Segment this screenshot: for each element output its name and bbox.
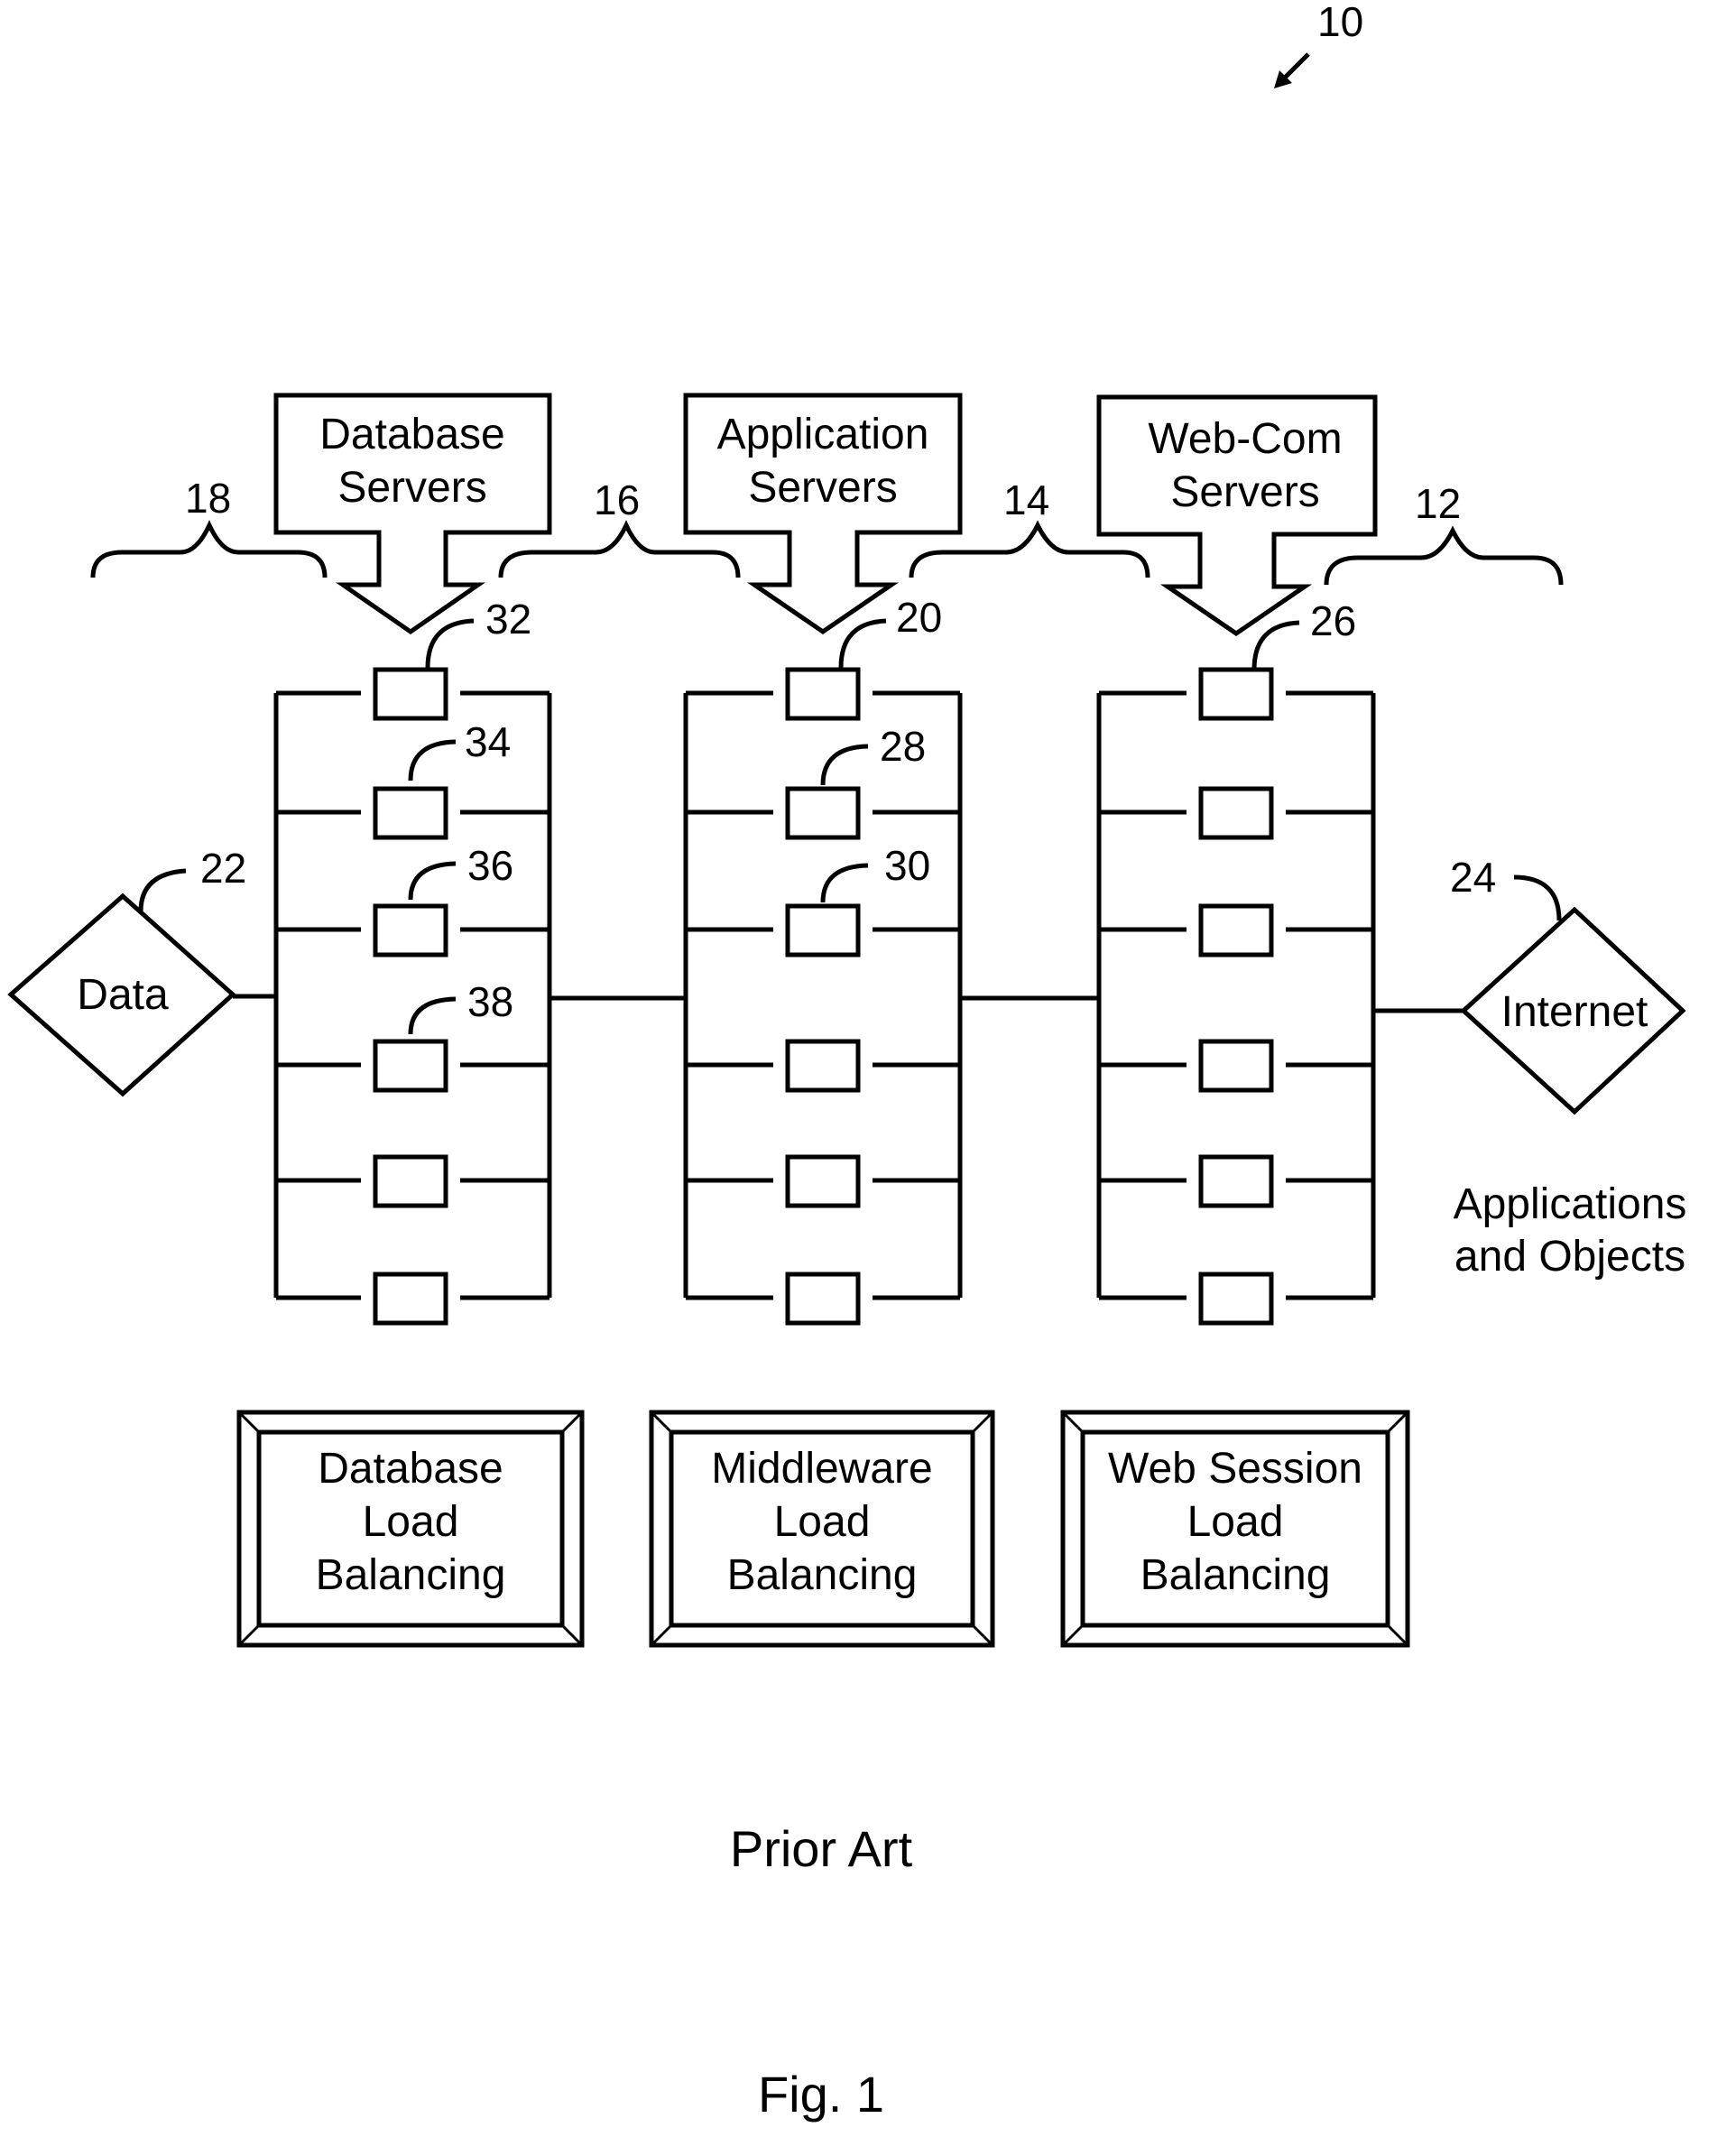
svg-text:Data: Data xyxy=(77,971,169,1019)
server-ref-38: 38 xyxy=(467,978,513,1025)
svg-text:Servers: Servers xyxy=(748,464,897,512)
server-box xyxy=(785,667,861,721)
svg-text:Servers: Servers xyxy=(1170,468,1319,516)
data-node: Data 22 xyxy=(7,845,276,1097)
load-balancer-label: Database xyxy=(318,1445,503,1493)
svg-text:Web-Com: Web-Com xyxy=(1148,415,1342,463)
svg-text:Database: Database xyxy=(319,411,504,458)
server-ref-36: 36 xyxy=(467,842,513,889)
load-balancer-database: Database Load Balancing xyxy=(236,1410,585,1648)
server-box xyxy=(373,786,448,840)
server-box xyxy=(373,1039,448,1093)
server-box xyxy=(1198,786,1274,840)
svg-text:Application: Application xyxy=(717,411,929,458)
server-box xyxy=(1198,1039,1274,1093)
server-box xyxy=(785,1272,861,1326)
server-box xyxy=(785,1154,861,1208)
server-box xyxy=(373,903,448,957)
system-diagram: 10 18 16 14 12 Database Servers Applicat… xyxy=(7,0,1687,2123)
figure-ref-number: 10 xyxy=(1317,0,1363,45)
server-ref-26: 26 xyxy=(1310,597,1356,644)
load-balancer-label: Middleware xyxy=(711,1445,932,1493)
side-note-line2: and Objects xyxy=(1454,1233,1685,1281)
load-balancer-label: Load xyxy=(774,1498,871,1546)
server-ref-30: 30 xyxy=(884,842,930,889)
figure-label: Fig. 1 xyxy=(758,2066,884,2123)
server-box xyxy=(373,1154,448,1208)
load-balancer-application: Middleware Load Balancing xyxy=(649,1410,995,1648)
load-balancer-label: Web Session xyxy=(1108,1445,1362,1493)
brace-12 xyxy=(1324,525,1564,586)
server-box xyxy=(1198,1272,1274,1326)
load-balancer-label: Load xyxy=(1187,1498,1284,1546)
server-box xyxy=(1198,1154,1274,1208)
server-box xyxy=(373,667,448,721)
internet-node-ref: 24 xyxy=(1450,854,1496,901)
server-box xyxy=(373,1272,448,1326)
server-ref-34: 34 xyxy=(465,718,511,765)
side-note-line1: Applications xyxy=(1454,1180,1687,1228)
load-balancer-label: Balancing xyxy=(316,1551,506,1599)
server-box xyxy=(1198,903,1274,957)
load-balancer-webcom: Web Session Load Balancing xyxy=(1060,1410,1410,1648)
brace-14-label: 14 xyxy=(1003,476,1049,523)
server-box xyxy=(785,786,861,840)
brace-18-label: 18 xyxy=(185,475,231,522)
server-box xyxy=(1198,667,1274,721)
load-balancer-label: Balancing xyxy=(1140,1551,1331,1599)
server-column-webcom xyxy=(1096,667,1376,1326)
caption-prior-art: Prior Art xyxy=(730,1820,913,1877)
server-ref-28: 28 xyxy=(880,723,926,770)
server-ref-32: 32 xyxy=(485,596,531,643)
svg-text:Internet: Internet xyxy=(1501,988,1648,1036)
server-box xyxy=(785,903,861,957)
brace-12-label: 12 xyxy=(1415,480,1461,527)
data-node-ref: 22 xyxy=(200,845,246,892)
brace-16-label: 16 xyxy=(594,476,640,523)
load-balancer-label: Balancing xyxy=(727,1551,918,1599)
figure-ref-arrow xyxy=(1274,52,1310,88)
server-box xyxy=(785,1039,861,1093)
internet-node: Internet 24 xyxy=(1373,854,1686,1115)
server-ref-20: 20 xyxy=(896,594,942,641)
load-balancer-label: Load xyxy=(363,1498,459,1546)
svg-text:Servers: Servers xyxy=(337,464,486,512)
